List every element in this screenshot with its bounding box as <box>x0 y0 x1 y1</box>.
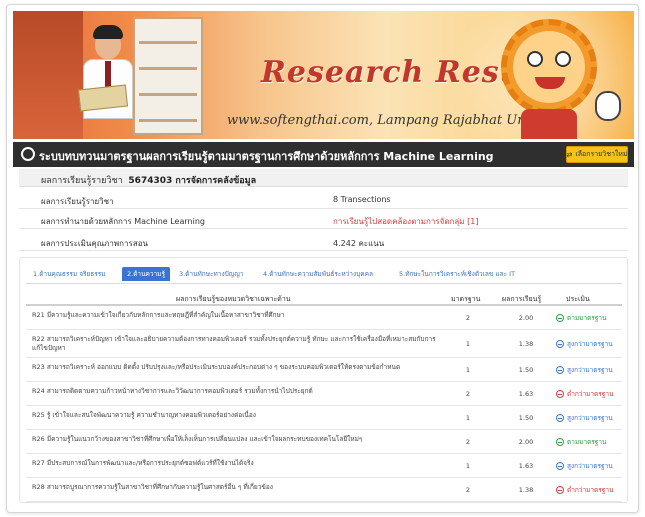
tab-bar: 1.ด้านคุณธรรม จริยธรรม 2.ด้านความรู้ 3.ด… <box>26 264 622 284</box>
row-evaluation: สูงกว่ามาตรฐาน <box>556 413 613 423</box>
swap-icon: ⇄ <box>566 150 573 159</box>
student-reading-image <box>75 25 145 135</box>
table-row: R27 มีประสบการณ์ในการพัฒนาและ/หรือการประ… <box>26 454 622 478</box>
header-evaluation: ประเมิน <box>566 295 590 303</box>
tab-knowledge[interactable]: 2.ด้านความรู้ <box>122 267 170 281</box>
tab-ethics[interactable]: 1.ด้านคุณธรรม จริยธรรม <box>28 267 111 281</box>
table-row: R23 สามารถวิเคราะห์ ออกแบบ ติดตั้ง ปรับป… <box>26 358 622 382</box>
table-row: R26 มีความรู้ในแนวกว้างของสาขาวิชาที่ศึก… <box>26 430 622 454</box>
row-score: 1.63 <box>518 462 534 470</box>
info-row: ผลการทำนายด้วยหลักการ Machine Learning ก… <box>19 209 628 229</box>
results-table: ผลการเรียนรู้ของหมวดวิชาเฉพาะด้าน มาตรฐา… <box>26 290 622 502</box>
evaluation-label: สูงกว่ามาตรฐาน <box>567 340 613 348</box>
table-body: R21 มีความรู้และความเข้าใจเกี่ยวกับหลักก… <box>26 306 622 502</box>
row-description: R28 สามารถบูรณาการความรู้ในสาขาวิชาที่ศึ… <box>32 483 273 491</box>
row-score: 1.63 <box>518 390 534 398</box>
app-frame: Research Result www.softengthai.com, Lam… <box>6 4 639 513</box>
row-standard: 1 <box>465 366 471 374</box>
row-evaluation: ตามมาตรฐาน <box>556 437 606 447</box>
row-description: R26 มีความรู้ในแนวกว้างของสาขาวิชาที่ศึก… <box>32 435 363 443</box>
info-label: ผลการประเมินคุณภาพการสอน <box>41 239 148 248</box>
info-value: 8 Transections <box>333 195 391 204</box>
change-course-button[interactable]: ⇄ เลือกรายวิชาใหม่ <box>566 146 628 163</box>
row-standard: 2 <box>465 390 471 398</box>
row-standard: 2 <box>465 438 471 446</box>
research-banner: Research Result www.softengthai.com, Lam… <box>13 11 634 139</box>
check-circle-icon <box>556 314 564 322</box>
evaluation-label: ต่ำกว่ามาตรฐาน <box>567 390 614 398</box>
course-row: ผลการเรียนรู้รายวิชา 5674303 การจัดการคล… <box>19 169 628 187</box>
row-score: 1.38 <box>518 340 534 348</box>
info-value: 4.242 คะแนน <box>333 239 385 248</box>
row-description: R21 มีความรู้และความเข้าใจเกี่ยวกับหลักก… <box>32 311 285 319</box>
evaluation-label: สูงกว่ามาตรฐาน <box>567 366 613 374</box>
course-code-name: 5674303 การจัดการคลังข้อมูล <box>128 176 257 186</box>
prediction-value[interactable]: การเรียนรู้ไปสอดคล้องตามการจัดกลุ่ม [1] <box>333 215 478 228</box>
header-standard: มาตรฐาน <box>451 295 481 303</box>
change-course-label: เลือกรายวิชาใหม่ <box>575 150 628 158</box>
banner-decoration <box>13 11 83 139</box>
row-description: R22 สามารถวิเคราะห์ปัญหา เข้าใจและอธิบาย… <box>32 335 436 352</box>
tab-cognitive-skills[interactable]: 3.ด้านทักษะทางปัญญา <box>174 267 248 281</box>
info-label: ผลการทำนายด้วยหลักการ Machine Learning <box>41 217 205 226</box>
row-description: R23 สามารถวิเคราะห์ ออกแบบ ติดตั้ง ปรับป… <box>32 363 401 371</box>
info-label: ผลการเรียนรู้รายวิชา <box>41 197 114 206</box>
row-standard: 1 <box>465 414 471 422</box>
tab-numerical-it-skills[interactable]: 5.ทักษะในการวิเคราะห์เชิงตัวเลข และ IT <box>394 267 520 281</box>
row-score: 1.38 <box>518 486 534 494</box>
row-score: 1.50 <box>518 366 534 374</box>
table-row: R28 สามารถบูรณาการความรู้ในสาขาวิชาที่ศึ… <box>26 478 622 502</box>
row-score: 2.00 <box>518 438 534 446</box>
evaluation-label: ตามมาตรฐาน <box>567 314 607 322</box>
row-description: R24 สามารถติดตามความก้าวหน้าทางวิชาการแล… <box>32 387 313 395</box>
table-row: R22 สามารถวิเคราะห์ปัญหา เข้าใจและอธิบาย… <box>26 330 622 358</box>
gear-icon <box>21 147 35 161</box>
check-circle-icon <box>556 366 564 374</box>
evaluation-label: สูงกว่ามาตรฐาน <box>567 414 613 422</box>
minus-circle-icon <box>556 390 564 398</box>
row-standard: 1 <box>465 462 471 470</box>
row-standard: 1 <box>465 340 471 348</box>
check-circle-icon <box>556 414 564 422</box>
row-standard: 2 <box>465 486 471 494</box>
evaluation-label: ต่ำกว่ามาตรฐาน <box>567 486 614 494</box>
row-evaluation: สูงกว่ามาตรฐาน <box>556 339 613 349</box>
table-row: R24 สามารถติดตามความก้าวหน้าทางวิชาการแล… <box>26 382 622 406</box>
tab-interpersonal-skills[interactable]: 4.ด้านทักษะความสัมพันธ์ระหว่างบุคคล <box>258 267 378 281</box>
evaluation-label: สูงกว่ามาตรฐาน <box>567 462 613 470</box>
row-evaluation: สูงกว่ามาตรฐาน <box>556 365 613 375</box>
row-standard: 2 <box>465 314 471 322</box>
table-header: ผลการเรียนรู้ของหมวดวิชาเฉพาะด้าน มาตรฐา… <box>26 290 622 306</box>
minus-circle-icon <box>556 486 564 494</box>
table-row: R25 รู้ เข้าใจและสนใจพัฒนาความรู้ ความชำ… <box>26 406 622 430</box>
row-evaluation: ตามมาตรฐาน <box>556 313 606 323</box>
row-evaluation: ต่ำกว่ามาตรฐาน <box>556 485 613 495</box>
info-row: ผลการประเมินคุณภาพการสอน 4.242 คะแนน <box>19 231 628 251</box>
course-label: ผลการเรียนรู้รายวิชา <box>41 176 123 186</box>
row-evaluation: ต่ำกว่ามาตรฐาน <box>556 389 613 399</box>
mascot-image <box>483 13 633 139</box>
check-circle-icon <box>556 438 564 446</box>
row-score: 1.50 <box>518 414 534 422</box>
table-row: R21 มีความรู้และความเข้าใจเกี่ยวกับหลักก… <box>26 306 622 330</box>
results-panel: 1.ด้านคุณธรรม จริยธรรม 2.ด้านความรู้ 3.ด… <box>19 257 628 503</box>
check-circle-icon <box>556 340 564 348</box>
row-description: R25 รู้ เข้าใจและสนใจพัฒนาความรู้ ความชำ… <box>32 411 256 419</box>
row-score: 2.00 <box>518 314 534 322</box>
page-title: ระบบทบทวนมาตรฐานผลการเรียนรู้ตามมาตรฐานก… <box>39 150 494 163</box>
info-row: ผลการเรียนรู้รายวิชา 8 Transections <box>19 189 628 209</box>
header-score: ผลการเรียนรู้ <box>502 295 542 303</box>
row-evaluation: สูงกว่ามาตรฐาน <box>556 461 613 471</box>
row-description: R27 มีประสบการณ์ในการพัฒนาและ/หรือการประ… <box>32 459 254 467</box>
header-desc: ผลการเรียนรู้ของหมวดวิชาเฉพาะด้าน <box>176 295 291 303</box>
header-bar: ระบบทบทวนมาตรฐานผลการเรียนรู้ตามมาตรฐานก… <box>13 142 634 167</box>
check-circle-icon <box>556 462 564 470</box>
evaluation-label: ตามมาตรฐาน <box>567 438 607 446</box>
